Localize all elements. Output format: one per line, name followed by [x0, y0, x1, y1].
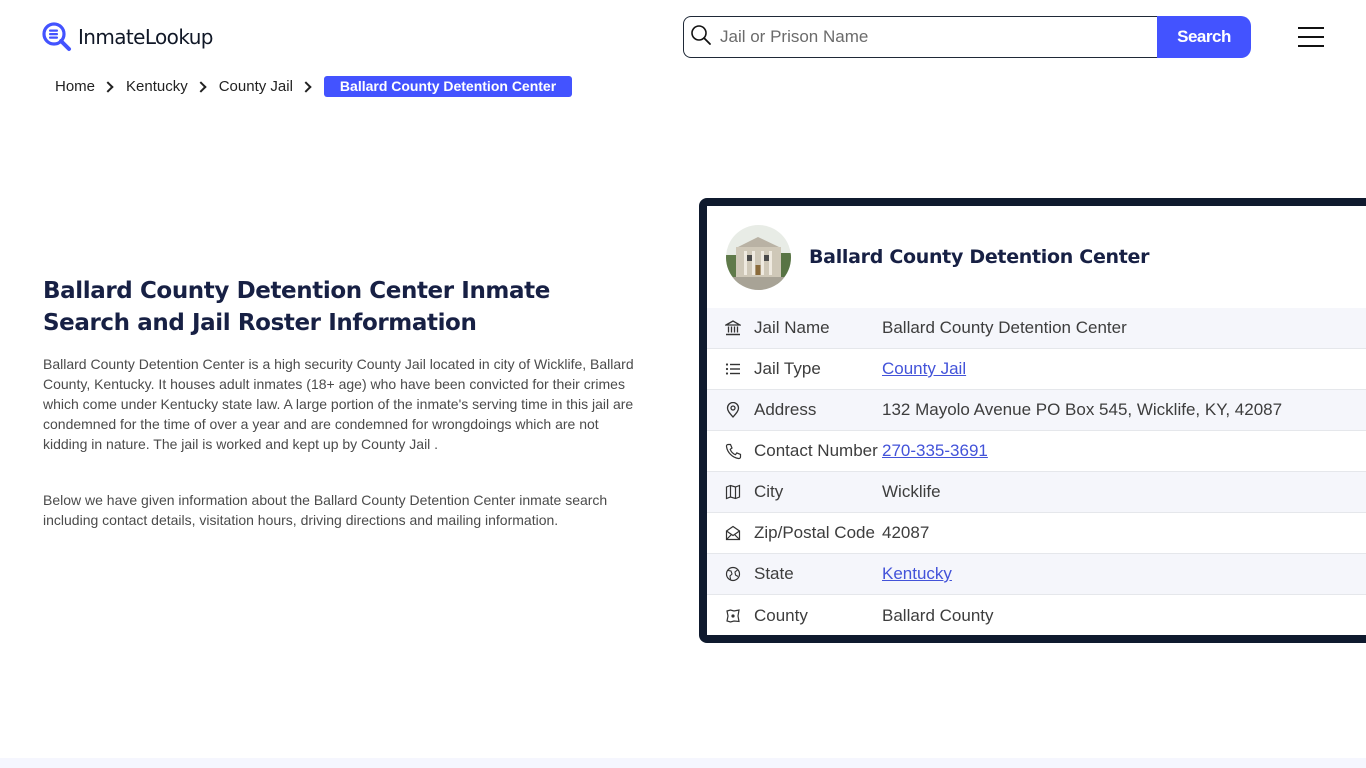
chevron-right-icon: [195, 80, 207, 93]
jail-type-link[interactable]: County Jail: [882, 359, 966, 378]
breadcrumb-kentucky[interactable]: Kentucky: [126, 78, 188, 95]
phone-link[interactable]: 270-335-3691: [882, 441, 988, 460]
jail-info-card: Ballard County Detention Center Jail Nam…: [699, 198, 1366, 643]
row-value: 42087: [882, 523, 930, 542]
search-form: Search: [683, 16, 1251, 58]
search-input[interactable]: [712, 27, 1157, 47]
info-paragraph: Below we have given information about th…: [43, 492, 608, 528]
jail-photo: [726, 224, 791, 290]
mail-icon: [724, 524, 742, 542]
row-county: County Ballard County: [707, 595, 1366, 636]
globe-icon: [724, 565, 742, 583]
magnifier-logo-icon: [42, 22, 72, 52]
row-contact-number: Contact Number 270-335-3691: [707, 431, 1366, 472]
list-icon: [724, 360, 742, 378]
site-logo[interactable]: InmateLookup: [42, 22, 213, 52]
card-header: Ballard County Detention Center: [707, 206, 1366, 308]
row-label: Jail Name: [754, 318, 830, 337]
chevron-right-icon: [300, 80, 312, 93]
row-value: Wicklife: [882, 482, 941, 501]
row-city: City Wicklife: [707, 472, 1366, 513]
footer-band: [0, 758, 1366, 768]
map-pin-icon: [724, 401, 742, 419]
breadcrumb: Home Kentucky County Jail Ballard County…: [55, 76, 573, 97]
row-address: Address 132 Mayolo Avenue PO Box 545, Wi…: [707, 390, 1366, 431]
county-map-icon: [724, 607, 742, 625]
phone-icon: [724, 442, 742, 460]
card-title: Ballard County Detention Center: [809, 246, 1150, 268]
row-label: Jail Type: [754, 359, 821, 378]
state-link[interactable]: Kentucky: [882, 564, 952, 583]
row-label: County: [754, 605, 808, 625]
row-jail-name: Jail Name Ballard County Detention Cente…: [707, 308, 1366, 349]
search-button[interactable]: Search: [1157, 16, 1251, 58]
row-label: Address: [754, 400, 817, 419]
info-table: Jail Name Ballard County Detention Cente…: [707, 308, 1366, 636]
row-state: State Kentucky: [707, 554, 1366, 595]
row-label: Zip/Postal Code: [754, 523, 875, 542]
search-field[interactable]: [683, 16, 1157, 58]
row-value: 132 Mayolo Avenue PO Box 545, Wicklife, …: [882, 400, 1283, 419]
map-icon: [724, 483, 742, 501]
breadcrumb-home[interactable]: Home: [55, 78, 95, 95]
breadcrumb-current: Ballard County Detention Center: [323, 76, 573, 97]
breadcrumb-county-jail[interactable]: County Jail: [219, 78, 293, 95]
page-title: Ballard County Detention Center Inmate S…: [43, 278, 550, 336]
row-value: Ballard County Detention Center: [882, 318, 1127, 337]
row-zip: Zip/Postal Code 42087: [707, 513, 1366, 554]
logo-text: InmateLookup: [78, 25, 213, 49]
building-icon: [724, 319, 742, 337]
search-icon: [690, 24, 712, 51]
row-label: State: [754, 564, 794, 583]
row-jail-type: Jail Type County Jail: [707, 349, 1366, 390]
hamburger-menu-icon[interactable]: [1298, 27, 1324, 47]
intro-paragraph: Ballard County Detention Center is a hig…: [43, 356, 634, 452]
row-value: Ballard County: [882, 605, 994, 625]
row-label: City: [754, 482, 784, 501]
chevron-right-icon: [102, 80, 114, 93]
row-label: Contact Number: [754, 441, 878, 460]
